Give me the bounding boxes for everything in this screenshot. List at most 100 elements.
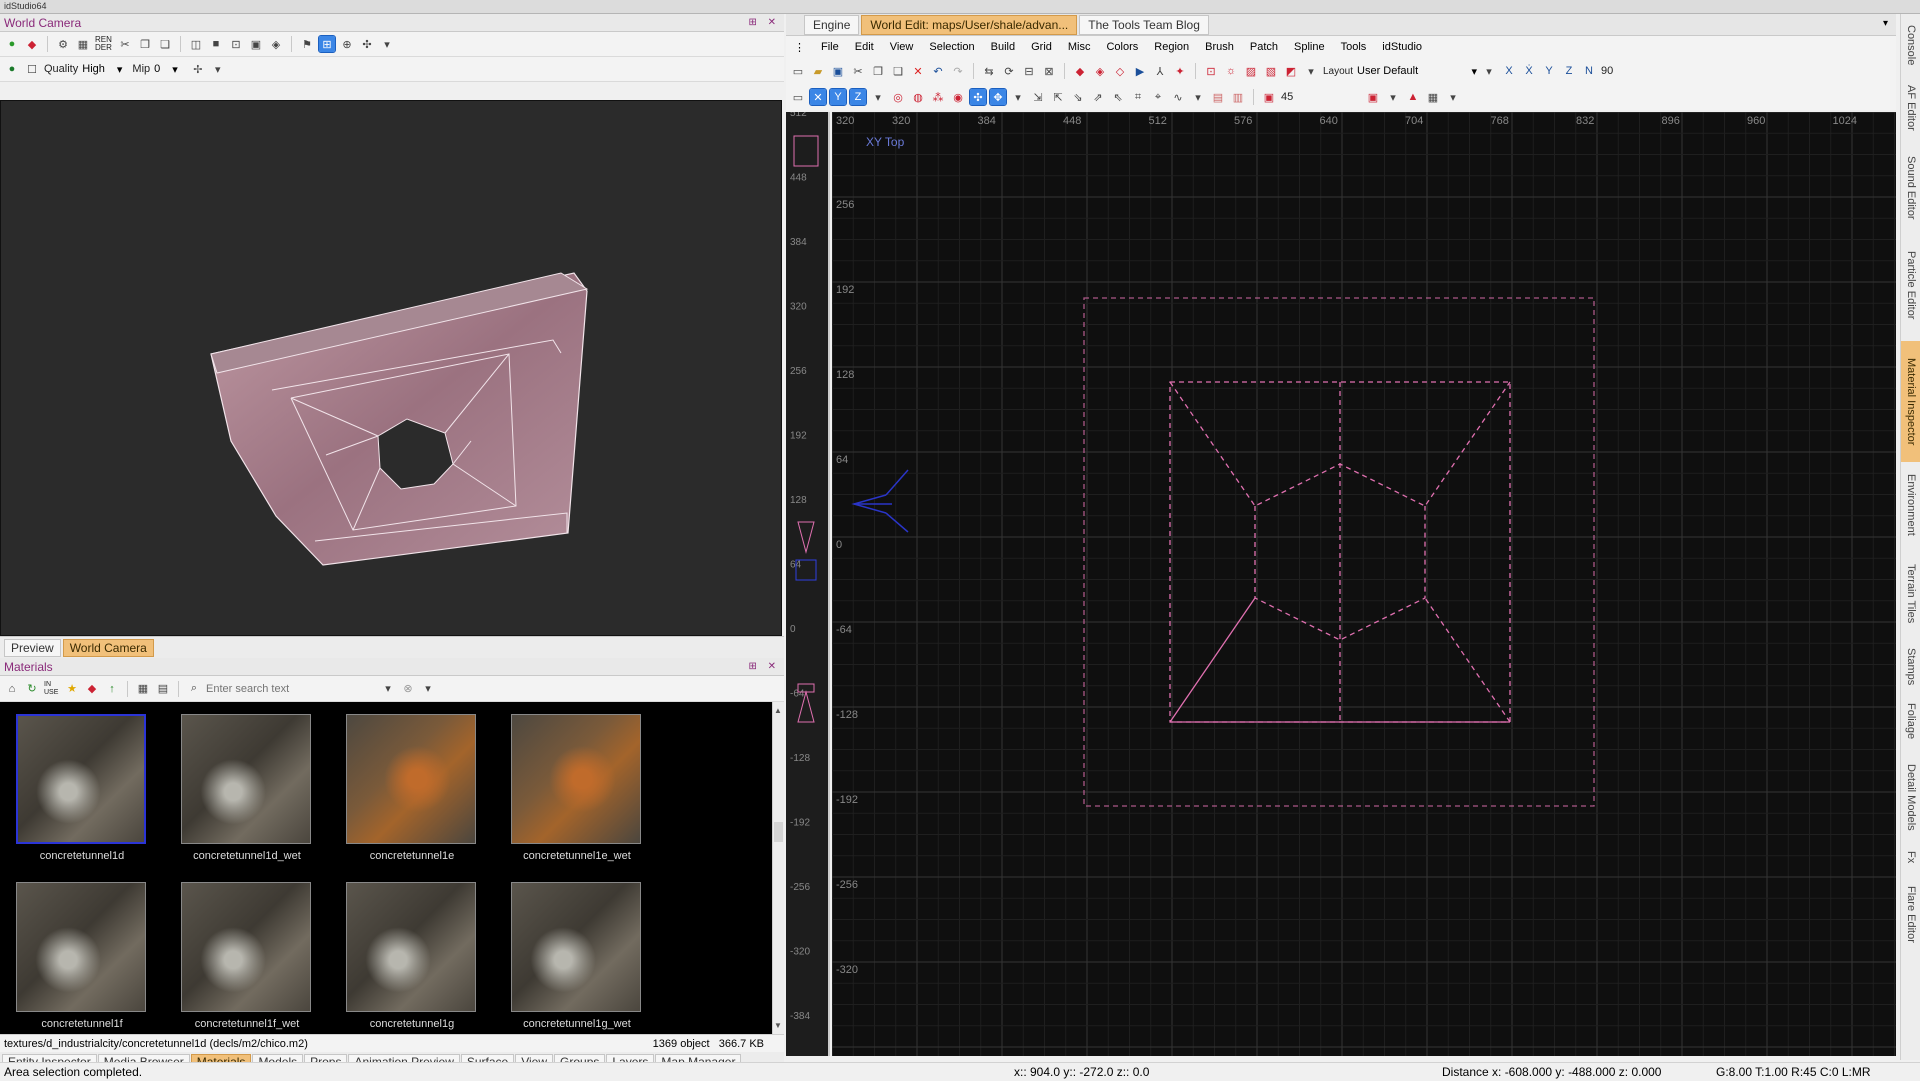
frame-icon[interactable]: ▣ — [248, 36, 264, 52]
copy-icon[interactable]: ❐ — [137, 36, 153, 52]
scissors-icon[interactable]: ✂ — [117, 36, 133, 52]
menu-region[interactable]: Region — [1154, 41, 1189, 53]
materials-scrollbar[interactable]: ▲ ▼ — [772, 702, 784, 1034]
menu-build[interactable]: Build — [991, 41, 1015, 53]
dock-tab-sound-editor[interactable]: Sound Editor — [1901, 145, 1920, 229]
region-icon[interactable]: ▨ — [1243, 63, 1259, 79]
vertex-icon[interactable]: ⁂ — [930, 89, 946, 105]
dock-tab-flare-editor[interactable]: Flare Editor — [1901, 873, 1920, 957]
image-icon[interactable]: ▧ — [1263, 63, 1279, 79]
axis-z-icon[interactable]: Z — [1561, 63, 1577, 79]
material-item[interactable]: concretetunnel1d — [0, 714, 170, 862]
material-item[interactable]: concretetunnel1f_wet — [165, 882, 335, 1030]
material-item[interactable]: concretetunnel1g_wet — [495, 882, 665, 1030]
mip-select[interactable]: 0 ▾ — [154, 63, 178, 76]
offset-icon[interactable]: ⇲ — [1030, 89, 1046, 105]
select-x-icon[interactable]: ✕ — [809, 88, 827, 106]
patch-icon[interactable]: ◎ — [890, 89, 906, 105]
vertical-ruler[interactable]: 512 448 384 320 256 192 128 64 0 -64 -128 -192 -256-… — [786, 108, 830, 1056]
material-thumbnail[interactable] — [16, 714, 146, 844]
panel-controls[interactable]: ⊞ ✕ — [748, 14, 780, 32]
rotation-step-icon[interactable]: ▣ — [1261, 89, 1277, 105]
overflow-chevron-icon-7[interactable]: ▾ — [1010, 89, 1026, 105]
axis-y-icon[interactable]: Y — [1541, 63, 1557, 79]
paste-icon-2[interactable]: ❏ — [890, 63, 906, 79]
overflow-chevron-icon-10[interactable]: ▾ — [1445, 89, 1461, 105]
hatch-icon[interactable]: ▦ — [1425, 89, 1441, 105]
menu-edit[interactable]: Edit — [855, 41, 874, 53]
curve-tool-icon[interactable]: ∿ — [1170, 89, 1186, 105]
dock-tab-terrain-tiles[interactable]: Terrain Tiles — [1901, 548, 1920, 639]
home-icon[interactable]: ⌂ — [4, 681, 20, 697]
terrain-icon[interactable]: ▲ — [1405, 89, 1421, 105]
xy-top-viewport[interactable]: 320 320 384 448 512 576 640 704 768 832 896 960 1024… — [831, 111, 1896, 1056]
menu-tools[interactable]: Tools — [1341, 41, 1367, 53]
globe-icon[interactable]: ● — [4, 61, 20, 77]
dock-tab-af-editor[interactable]: AF Editor — [1901, 75, 1920, 141]
menu-colors[interactable]: Colors — [1106, 41, 1138, 53]
save-icon[interactable]: ▣ — [830, 63, 846, 79]
light-icon[interactable]: ☼ — [1223, 63, 1239, 79]
dock-tab-stamps[interactable]: Stamps — [1901, 643, 1920, 690]
shield-icon[interactable]: ◈ — [268, 36, 284, 52]
material-item[interactable]: concretetunnel1f — [0, 882, 170, 1030]
overflow-chevron-icon-3[interactable]: ▾ — [420, 681, 436, 697]
material-item[interactable]: concretetunnel1d_wet — [165, 714, 335, 862]
move-icon[interactable]: ✢ — [190, 61, 206, 77]
quality-select[interactable]: High ▾ — [82, 63, 122, 76]
layout-select[interactable]: User Default ▾ — [1357, 65, 1477, 78]
go-up-icon[interactable]: ↑ — [104, 681, 120, 697]
flag-icon[interactable]: ⚑ — [299, 36, 315, 52]
menu-file[interactable]: File — [821, 41, 839, 53]
entity-icon[interactable]: ✦ — [1172, 63, 1188, 79]
curve-icon[interactable]: ◍ — [910, 89, 926, 105]
camera-icon[interactable]: ◫ — [188, 36, 204, 52]
material-thumbnail[interactable] — [181, 882, 311, 1012]
hollow-icon[interactable]: ◇ — [1112, 63, 1128, 79]
menu-grid[interactable]: Grid — [1031, 41, 1052, 53]
material-thumbnail[interactable] — [511, 882, 641, 1012]
material-thumbnail[interactable] — [181, 714, 311, 844]
grid-snap-icon[interactable]: ⊕ — [339, 36, 355, 52]
view-dropdown-icon[interactable]: ▦ — [75, 36, 91, 52]
gizmo-icon[interactable]: ✣ — [359, 36, 375, 52]
select-y-icon[interactable]: Y — [829, 88, 847, 106]
dock-tab-detail-models[interactable]: Detail Models — [1901, 752, 1920, 843]
new-icon[interactable]: ▭ — [790, 63, 806, 79]
overflow-chevron-icon-9[interactable]: ▾ — [1385, 89, 1401, 105]
delete-icon[interactable]: ✕ — [910, 63, 926, 79]
material-item[interactable]: concretetunnel1e — [330, 714, 500, 862]
tool-dropdown-icon[interactable]: ⚙ — [55, 36, 71, 52]
refresh-icon[interactable]: ↻ — [24, 681, 40, 697]
transform-2-icon[interactable]: ⇘ — [1070, 89, 1086, 105]
scale-icon[interactable]: ▣ — [1365, 89, 1381, 105]
material-thumbnail[interactable] — [346, 714, 476, 844]
dock-tab-material-inspector[interactable]: Material Inspector — [1901, 340, 1920, 463]
rotate-icon[interactable]: ⟳ — [1001, 63, 1017, 79]
texture-icon[interactable]: ◩ — [1283, 63, 1299, 79]
sphere-icon[interactable]: ◉ — [950, 89, 966, 105]
angle-value[interactable]: 90 — [1601, 65, 1613, 77]
overflow-chevron-icon-5[interactable]: ▾ — [1481, 63, 1497, 79]
camera-green-icon[interactable]: ● — [4, 36, 20, 52]
menu-brush[interactable]: Brush — [1205, 41, 1234, 53]
cut-icon[interactable]: ✂ — [850, 63, 866, 79]
snap-points-icon[interactable]: ⌖ — [1150, 89, 1166, 105]
paste-icon[interactable]: ❏ — [157, 36, 173, 52]
tab-engine[interactable]: Engine — [804, 15, 860, 35]
tab-preview[interactable]: Preview — [4, 638, 61, 657]
clear-search-icon[interactable]: ⊗ — [400, 681, 416, 697]
filter-icon[interactable]: ▤ — [1210, 89, 1226, 105]
transform-3-icon[interactable]: ⇗ — [1090, 89, 1106, 105]
redo-icon[interactable]: ↷ — [950, 63, 966, 79]
clip-icon[interactable]: ⊡ — [1203, 63, 1219, 79]
tab-tools-blog[interactable]: The Tools Team Blog — [1079, 15, 1209, 35]
filter-2-icon[interactable]: ▥ — [1230, 89, 1246, 105]
window-icon[interactable]: ▭ — [790, 89, 806, 105]
material-search-input[interactable] — [206, 679, 376, 698]
menu-view[interactable]: View — [890, 41, 914, 53]
in-use-button[interactable]: IN USE — [44, 681, 60, 697]
menu-misc[interactable]: Misc — [1068, 41, 1091, 53]
overflow-chevron-icon-6[interactable]: ▾ — [870, 89, 886, 105]
split-icon[interactable]: ⅄ — [1152, 63, 1168, 79]
